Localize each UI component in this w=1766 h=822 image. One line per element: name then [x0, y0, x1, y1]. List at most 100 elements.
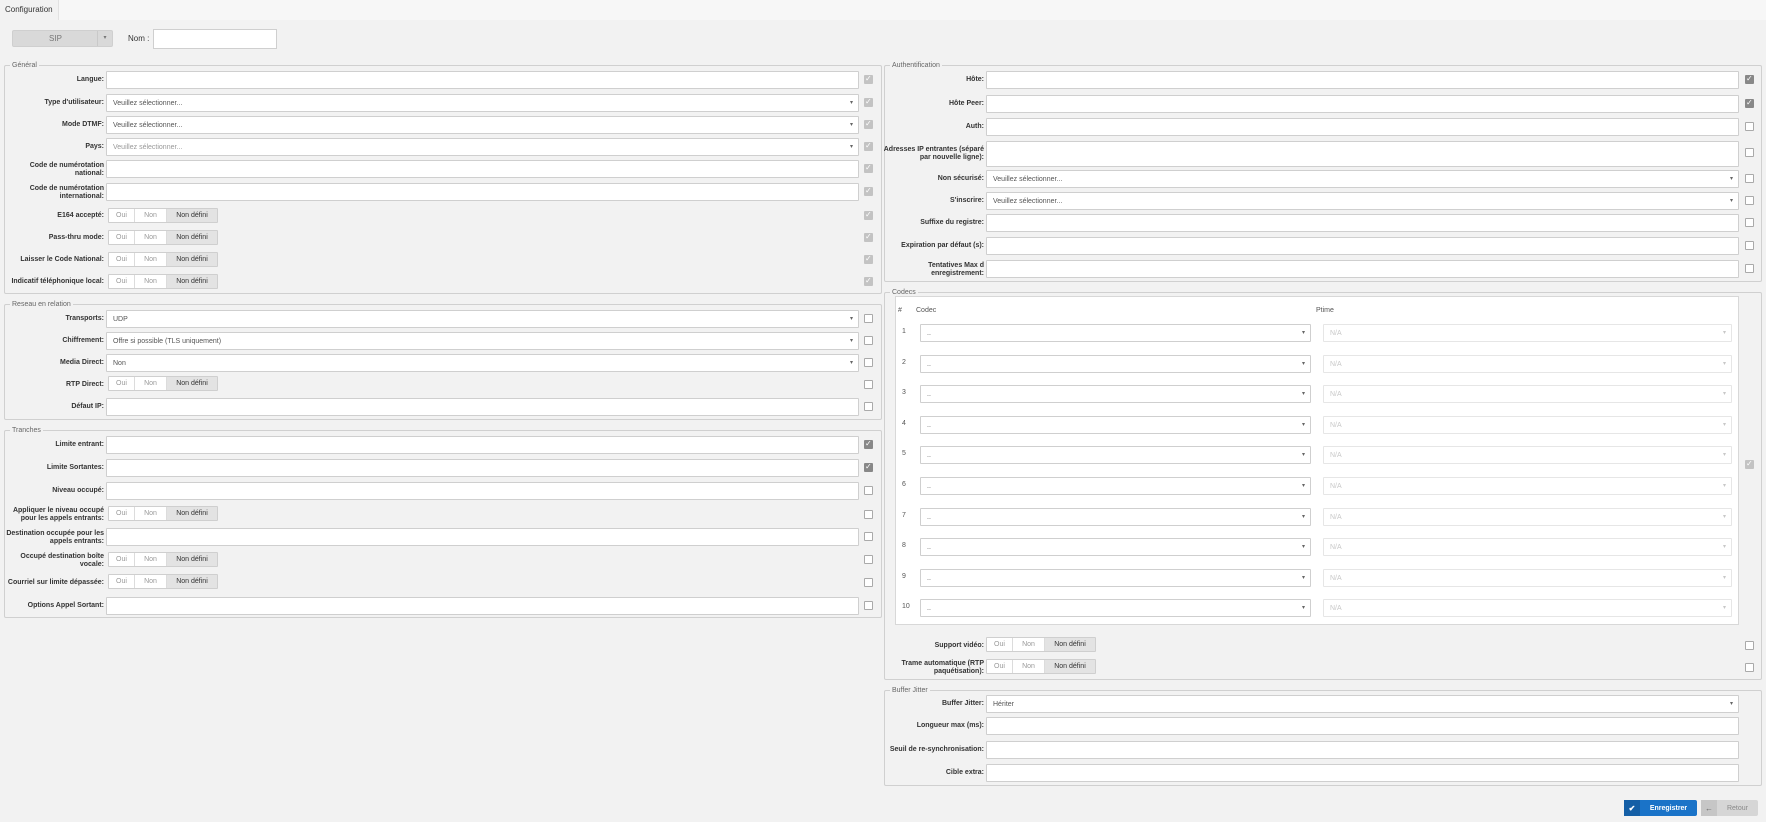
destination-input[interactable] — [106, 528, 859, 546]
code-int-input[interactable] — [106, 183, 859, 201]
trame-toggle[interactable]: Oui Non Non défini — [986, 659, 1096, 674]
chiffrement-select[interactable]: Offre si possible (TLS uniquement) ▾ — [106, 332, 859, 350]
type-util-select[interactable]: Veuillez sélectionner... ▾ — [106, 94, 859, 112]
expiration-input[interactable] — [986, 237, 1739, 255]
support-video-toggle[interactable]: Oui Non Non défini — [986, 637, 1096, 652]
save-button[interactable]: ✔ Enregistrer — [1624, 800, 1697, 816]
laisser-toggle[interactable]: Oui Non Non défini — [108, 252, 218, 267]
codec-select[interactable]: .. ▾ — [920, 385, 1311, 403]
courriel-toggle[interactable]: Oui Non Non défini — [108, 574, 218, 589]
dtmf-select[interactable]: Veuillez sélectionner... ▾ — [106, 116, 859, 134]
non-securise-checkbox[interactable] — [1745, 174, 1754, 183]
type-util-checkbox[interactable] — [864, 97, 873, 107]
tab-configuration[interactable]: Configuration — [0, 0, 59, 20]
media-checkbox[interactable] — [864, 358, 873, 367]
limite-entrant-checkbox[interactable] — [864, 439, 873, 449]
appliquer-toggle[interactable]: Oui Non Non défini — [108, 506, 218, 521]
appliquer-checkbox[interactable] — [864, 510, 873, 519]
ptime-select[interactable]: N/A ▾ — [1323, 508, 1732, 526]
codec-select[interactable]: .. ▾ — [920, 569, 1311, 587]
ptime-select[interactable]: N/A ▾ — [1323, 416, 1732, 434]
codec-select[interactable]: .. ▾ — [920, 477, 1311, 495]
e164-non[interactable]: Non — [135, 209, 167, 222]
code-nat-checkbox[interactable] — [864, 163, 873, 173]
pays-checkbox[interactable] — [864, 141, 873, 151]
defaut-ip-input[interactable] — [106, 398, 859, 416]
ptime-select[interactable]: N/A ▾ — [1323, 385, 1732, 403]
limite-sortantes-checkbox[interactable] — [864, 462, 873, 472]
codec-select[interactable]: .. ▾ — [920, 538, 1311, 556]
options-checkbox[interactable] — [864, 601, 873, 610]
cible-input[interactable] — [986, 764, 1739, 782]
codec-select[interactable]: .. ▾ — [920, 416, 1311, 434]
hote-checkbox[interactable] — [1745, 74, 1754, 84]
options-input[interactable] — [106, 597, 859, 615]
support-video-oui[interactable]: Oui — [987, 638, 1013, 651]
longueur-input[interactable] — [986, 717, 1739, 735]
ptime-select[interactable]: N/A ▾ — [1323, 538, 1732, 556]
codec-select[interactable]: .. ▾ — [920, 599, 1311, 617]
tentatives-input[interactable] — [986, 260, 1739, 278]
indicatif-toggle[interactable]: Oui Non Non défini — [108, 274, 218, 289]
protocol-select[interactable]: SIP ▾ — [12, 30, 113, 47]
auth-input[interactable] — [986, 118, 1739, 136]
adresses-checkbox[interactable] — [1745, 148, 1754, 157]
courriel-non[interactable]: Non — [135, 575, 167, 588]
trame-non[interactable]: Non — [1013, 660, 1045, 673]
niveau-input[interactable] — [106, 482, 859, 500]
e164-checkbox[interactable] — [864, 210, 873, 220]
indicatif-oui[interactable]: Oui — [109, 275, 135, 288]
occupe-boite-oui[interactable]: Oui — [109, 553, 135, 566]
limite-sortantes-input[interactable] — [106, 459, 859, 477]
codec-select[interactable]: .. ▾ — [920, 324, 1311, 342]
indicatif-checkbox[interactable] — [864, 276, 873, 286]
occupe-boite-non[interactable]: Non — [135, 553, 167, 566]
support-video-checkbox[interactable] — [1745, 641, 1754, 650]
occupe-boite-toggle[interactable]: Oui Non Non défini — [108, 552, 218, 567]
media-select[interactable]: Non ▾ — [106, 354, 859, 372]
ptime-select[interactable]: N/A ▾ — [1323, 324, 1732, 342]
appliquer-oui[interactable]: Oui — [109, 507, 135, 520]
ptime-select[interactable]: N/A ▾ — [1323, 569, 1732, 587]
defaut-ip-checkbox[interactable] — [864, 402, 873, 411]
rtp-oui[interactable]: Oui — [109, 377, 135, 390]
appliquer-non[interactable]: Non — [135, 507, 167, 520]
dtmf-checkbox[interactable] — [864, 119, 873, 129]
passthru-toggle[interactable]: Oui Non Non défini — [108, 230, 218, 245]
codec-select[interactable]: .. ▾ — [920, 355, 1311, 373]
codec-select[interactable]: .. ▾ — [920, 446, 1311, 464]
passthru-oui[interactable]: Oui — [109, 231, 135, 244]
back-button[interactable]: ← Retour — [1701, 800, 1758, 816]
suffixe-checkbox[interactable] — [1745, 218, 1754, 227]
laisser-oui[interactable]: Oui — [109, 253, 135, 266]
ptime-select[interactable]: N/A ▾ — [1323, 599, 1732, 617]
rtp-checkbox[interactable] — [864, 380, 873, 389]
laisser-nd[interactable]: Non défini — [167, 253, 217, 266]
occupe-boite-checkbox[interactable] — [864, 555, 873, 564]
code-int-checkbox[interactable] — [864, 186, 873, 196]
adresses-textarea[interactable] — [986, 141, 1739, 167]
courriel-nd[interactable]: Non défini — [167, 575, 217, 588]
niveau-checkbox[interactable] — [864, 486, 873, 495]
code-nat-input[interactable] — [106, 160, 859, 178]
sinscrire-checkbox[interactable] — [1745, 196, 1754, 205]
suffixe-input[interactable] — [986, 214, 1739, 232]
passthru-nd[interactable]: Non défini — [167, 231, 217, 244]
langue-input[interactable] — [106, 71, 859, 89]
rtp-nd[interactable]: Non défini — [167, 377, 217, 390]
seuil-input[interactable] — [986, 741, 1739, 759]
hote-input[interactable] — [986, 71, 1739, 89]
codecs-checkbox[interactable] — [1745, 459, 1754, 469]
laisser-checkbox[interactable] — [864, 254, 873, 264]
hote-peer-checkbox[interactable] — [1745, 98, 1754, 108]
tentatives-checkbox[interactable] — [1745, 264, 1754, 273]
trame-checkbox[interactable] — [1745, 663, 1754, 672]
codec-select[interactable]: .. ▾ — [920, 508, 1311, 526]
laisser-non[interactable]: Non — [135, 253, 167, 266]
courriel-oui[interactable]: Oui — [109, 575, 135, 588]
destination-checkbox[interactable] — [864, 532, 873, 541]
passthru-checkbox[interactable] — [864, 232, 873, 242]
appliquer-nd[interactable]: Non défini — [167, 507, 217, 520]
support-video-non[interactable]: Non — [1013, 638, 1045, 651]
ptime-select[interactable]: N/A ▾ — [1323, 446, 1732, 464]
